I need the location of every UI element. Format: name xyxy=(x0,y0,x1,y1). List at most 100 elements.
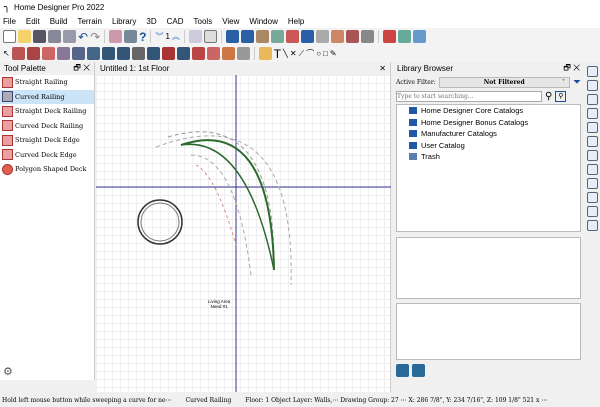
floor-up-icon[interactable]: ︽ xyxy=(172,31,180,42)
note-icon[interactable]: ✎ xyxy=(330,49,337,58)
drawing-window[interactable]: Untitled 1: 1st Floor ✕ Living Area Need… xyxy=(96,62,391,392)
terrain-icon[interactable] xyxy=(207,47,220,60)
menu-edit[interactable]: Edit xyxy=(26,17,40,26)
home-icon[interactable] xyxy=(412,364,425,377)
layout-icon[interactable] xyxy=(63,30,76,43)
text-icon[interactable]: T xyxy=(274,47,281,61)
fill-window-icon[interactable] xyxy=(587,122,598,133)
fit-icon[interactable] xyxy=(587,136,598,147)
undo-icon[interactable]: ↶ xyxy=(78,30,88,44)
search-options-icon[interactable]: ⚲ xyxy=(555,91,566,102)
tree-item-trash[interactable]: Trash xyxy=(397,151,580,163)
tree-item-manufacturer[interactable]: Manufacturer Catalogs xyxy=(397,128,580,140)
window-cascade-icon[interactable] xyxy=(398,30,411,43)
check-icon[interactable] xyxy=(204,30,217,43)
redo-icon[interactable]: ↷ xyxy=(90,30,100,44)
menu-build[interactable]: Build xyxy=(50,17,68,26)
display-icon[interactable] xyxy=(587,178,598,189)
railing-icon[interactable] xyxy=(27,47,40,60)
menu-file[interactable]: File xyxy=(3,17,16,26)
door-icon[interactable] xyxy=(72,47,85,60)
toolbar-config-icon[interactable] xyxy=(124,30,137,43)
fixture-icon[interactable] xyxy=(177,47,190,60)
eraser-icon[interactable] xyxy=(361,30,374,43)
layer-icon[interactable] xyxy=(587,164,598,175)
filter-icon[interactable]: ⏷ xyxy=(573,77,581,88)
cabinet-wall-icon[interactable] xyxy=(117,47,130,60)
box-icon[interactable]: □ xyxy=(323,49,328,58)
close-icon[interactable]: 🗗 ✕ xyxy=(563,62,580,76)
window-icon[interactable] xyxy=(413,30,426,43)
close-icon[interactable]: ✕ xyxy=(379,64,386,73)
zoom-window-icon[interactable] xyxy=(587,108,598,119)
palette-straight-deck-railing[interactable]: Straight Deck Railing xyxy=(0,104,94,119)
menu-terrain[interactable]: Terrain xyxy=(77,17,101,26)
zoom-icon[interactable] xyxy=(587,66,598,77)
view-icon[interactable] xyxy=(271,30,284,43)
tree-item-bonus[interactable]: Home Designer Bonus Catalogs xyxy=(397,117,580,129)
angle-icon[interactable] xyxy=(587,220,598,231)
library-icon[interactable] xyxy=(109,30,122,43)
render-icon[interactable] xyxy=(286,30,299,43)
help-icon[interactable]: ? xyxy=(139,30,146,44)
menu-3d[interactable]: 3D xyxy=(146,17,156,26)
palette-straight-deck-edge[interactable]: Straight Deck Edge xyxy=(0,133,94,148)
material-icon[interactable] xyxy=(316,30,329,43)
room-label[interactable]: Living Area Need #1 xyxy=(208,299,230,309)
palette-polygon-shaped-deck[interactable]: Polygon Shaped Deck xyxy=(0,162,94,177)
fence-icon[interactable] xyxy=(222,47,235,60)
filter-select[interactable]: Not Filtered ˅ xyxy=(439,77,570,88)
x-icon[interactable]: ✕ xyxy=(290,49,297,58)
grid-icon[interactable] xyxy=(587,192,598,203)
window-tool-icon[interactable] xyxy=(87,47,100,60)
palette-curved-deck-edge[interactable]: Curved Deck Edge xyxy=(0,148,94,163)
menu-tools[interactable]: Tools xyxy=(194,17,213,26)
camera-icon[interactable] xyxy=(241,30,254,43)
arc-icon[interactable]: ⟋ xyxy=(299,49,305,59)
zoom-out-icon[interactable] xyxy=(587,94,598,105)
floor-down-icon[interactable]: ︾ xyxy=(155,31,163,42)
menu-library[interactable]: Library xyxy=(112,17,136,26)
line-icon[interactable]: ╲ xyxy=(283,49,288,58)
cabinet-icon[interactable] xyxy=(102,47,115,60)
roof-icon[interactable] xyxy=(162,47,175,60)
menu-view[interactable]: View xyxy=(222,17,239,26)
snap-icon[interactable] xyxy=(587,206,598,217)
menu-window[interactable]: Window xyxy=(249,17,277,26)
wall-icon[interactable] xyxy=(12,47,25,60)
tree-item-core[interactable]: Home Designer Core Catalogs xyxy=(397,105,580,117)
select-icon[interactable]: ↖ xyxy=(3,49,10,58)
garage-icon[interactable] xyxy=(147,47,160,60)
gear-icon[interactable]: ⚙ xyxy=(3,365,13,378)
search-input[interactable] xyxy=(396,91,542,102)
palette-straight-railing[interactable]: Straight Railing xyxy=(0,75,94,90)
paint-icon[interactable] xyxy=(331,30,344,43)
zoom-in-icon[interactable] xyxy=(587,80,598,91)
globe-icon[interactable] xyxy=(396,364,409,377)
tree-item-user[interactable]: User Catalog xyxy=(397,140,580,152)
menu-cad[interactable]: CAD xyxy=(167,17,184,26)
tools-icon[interactable] xyxy=(189,30,202,43)
save-icon[interactable] xyxy=(33,30,46,43)
pencil-icon[interactable] xyxy=(259,47,272,60)
window-tile-icon[interactable] xyxy=(383,30,396,43)
circle-icon[interactable]: ○ xyxy=(316,49,321,58)
deck-icon[interactable] xyxy=(192,47,205,60)
walkthrough-icon[interactable] xyxy=(256,30,269,43)
framing-icon[interactable] xyxy=(237,47,250,60)
palette-curved-deck-railing[interactable]: Curved Deck Railing xyxy=(0,119,94,134)
menu-help[interactable]: Help xyxy=(288,17,304,26)
dimension-icon[interactable] xyxy=(57,47,70,60)
curve-icon[interactable]: ⌒ xyxy=(306,48,314,59)
close-icon[interactable]: 🗗 ✕ xyxy=(73,62,90,76)
open-icon[interactable] xyxy=(18,30,31,43)
search-icon[interactable]: ⚲ xyxy=(545,91,552,102)
eyedropper-icon[interactable] xyxy=(346,30,359,43)
room-icon[interactable] xyxy=(42,47,55,60)
plan-grid[interactable]: Living Area Need #1 xyxy=(96,75,390,392)
pan-icon[interactable] xyxy=(587,150,598,161)
stairs-icon[interactable] xyxy=(132,47,145,60)
camera-house-icon[interactable] xyxy=(226,30,239,43)
palette-curved-railing[interactable]: Curved Railing xyxy=(0,90,94,105)
elevation-icon[interactable] xyxy=(301,30,314,43)
